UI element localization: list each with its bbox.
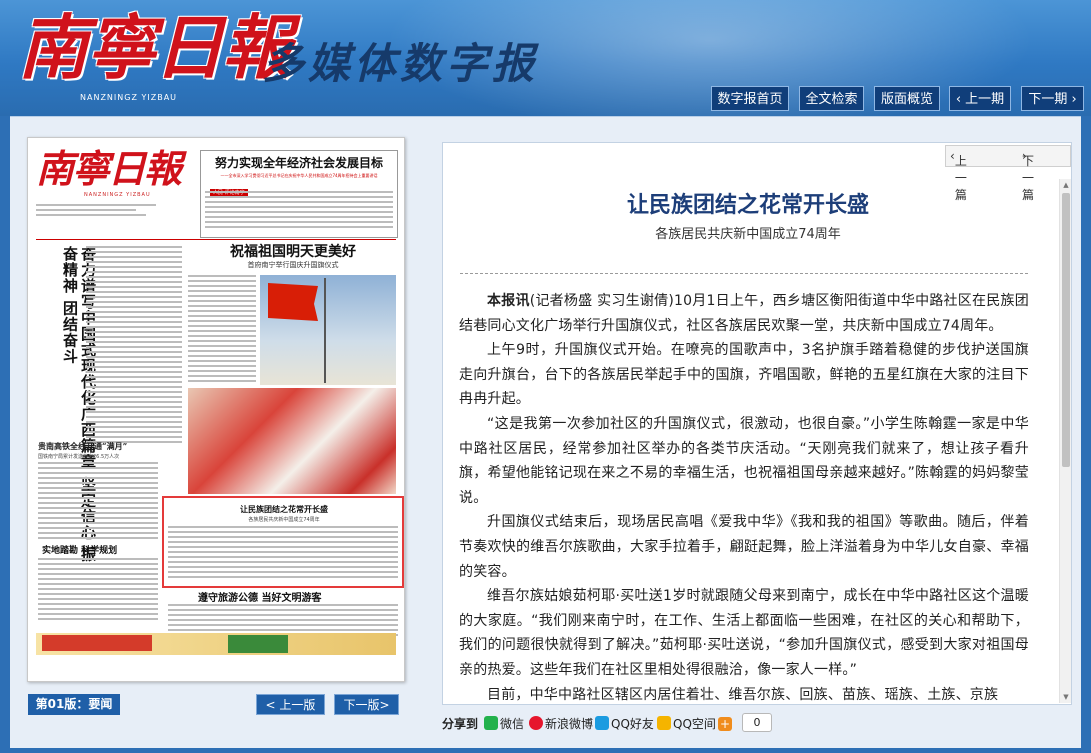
nav-overview-button[interactable]: 版面概览: [874, 86, 940, 111]
nav-search-button[interactable]: 全文检索: [799, 86, 864, 111]
newspaper-page-thumbnail[interactable]: 南寧日報 NANZNINGZ YIZBAU 努力实现全年经济社会发展目标 ——全…: [27, 137, 405, 682]
paper-crowd-photo: [188, 388, 396, 494]
article-paragraph: 本报讯(记者杨盛 实习生谢倩)10月1日上午，西乡塘区衡阳街道中华中路社区在民族…: [459, 293, 1029, 334]
share-weibo-button[interactable]: 新浪微博: [529, 715, 593, 732]
paper-masthead-info: [36, 204, 201, 216]
share-count: 0: [742, 713, 772, 732]
next-page-label: 下一版: [343, 698, 380, 712]
article-nav: ‹ 上一篇 下一篇 ›: [945, 145, 1071, 202]
chevron-right-icon: ›: [1067, 92, 1077, 107]
article-divider: [460, 273, 1028, 274]
next-article-link[interactable]: 下一篇 ›: [1022, 149, 1034, 202]
wechat-icon: [484, 716, 498, 730]
article-body: 本报讯(记者杨盛 实习生谢倩)10月1日上午，西乡塘区衡阳街道中华中路社区在民族…: [459, 289, 1029, 704]
nav-prev-issue-button[interactable]: ‹ 上一期: [949, 86, 1011, 111]
nav-next-issue-label: 下一期: [1028, 92, 1068, 107]
paper-footer-ad-green: [228, 635, 288, 653]
prev-page-button[interactable]: < 上一版: [256, 694, 325, 715]
weibo-icon: [529, 716, 543, 730]
paper-highlight-subtitle: 各族居民共庆新中国成立74周年: [248, 517, 320, 523]
share-qzone-button[interactable]: QQ空间: [657, 715, 716, 732]
prev-page-label: 上一版: [279, 698, 316, 712]
next-page-button[interactable]: 下一版>: [334, 694, 399, 715]
article-title: 让民族团结之花常开长盛: [626, 192, 869, 217]
prev-article-link[interactable]: ‹ 上一篇: [950, 149, 967, 202]
article-subtitle: 各族居民共庆新中国成立74周年: [655, 227, 841, 242]
paper-masthead-pinyin: NANZNINGZ YIZBAU: [84, 192, 151, 198]
paper-top-story[interactable]: 努力实现全年经济社会发展目标 ——全市深入学习贯彻习近平总书记在庆祝中华人民共和…: [200, 150, 398, 238]
newspaper-logo[interactable]: 南寧日報: [18, 2, 292, 94]
qq-icon: [595, 716, 609, 730]
plus-icon: +: [718, 717, 732, 731]
nav-home-button[interactable]: 数字报首页: [711, 86, 789, 111]
nav-next-issue-button[interactable]: 下一期 ›: [1021, 86, 1084, 111]
paper-column-text: [86, 246, 182, 446]
paper-main-subline: 首府南宁举行国庆升国旗仪式: [247, 261, 339, 269]
flag-pole: [324, 278, 326, 383]
paper-masthead-logo: 南寧日報: [36, 146, 182, 191]
qzone-icon: [657, 716, 671, 730]
paper-main-headline[interactable]: 祝福祖国明天更美好: [188, 241, 398, 261]
article-panel: ‹ 上一篇 下一篇 › 让民族团结之花常开长盛 各族居民共庆新中国成立74周年 本报…: [442, 142, 1072, 705]
nav-prev-issue-label: 上一期: [965, 92, 1005, 107]
paper-top-subline: ——全市深入学习贯彻习近平总书记在庆祝中华人民共和国成立74周年招待会上重要讲话: [220, 173, 378, 178]
paper-footer-ad: [42, 635, 152, 651]
paper-left-bottom-headline[interactable]: 实地踏勘 科学规划: [42, 543, 152, 556]
share-label: 分享到: [442, 717, 479, 731]
site-subtitle: 多媒体数字报: [262, 39, 539, 88]
scrollbar-thumb[interactable]: [1062, 193, 1070, 467]
logo-pinyin: NANZNINGZ YIZBAU: [80, 93, 178, 102]
paper-highlight-title: 让民族团结之花常开长盛: [240, 504, 328, 514]
paper-left-text: [38, 462, 158, 542]
paper-masthead: 南寧日報 NANZNINGZ YIZBAU: [36, 146, 201, 236]
flag-icon: [268, 283, 318, 321]
paper-highlight-text: [168, 526, 398, 581]
article-paragraph: “这是我第一次参加社区的升国旗仪式，很激动，也很自豪。”小学生陈翰霆一家是中华中…: [459, 415, 1029, 506]
paper-left-headline[interactable]: 贵南高铁全线开通“满月”: [38, 441, 158, 452]
article-paragraph: 目前，中华中路社区辖区内居住着壮、维吾尔族、回族、苗族、瑶族、土族、京族: [487, 686, 999, 703]
chevron-left-icon: ‹: [955, 92, 966, 107]
paper-red-rule: [36, 239, 396, 240]
paper-top-headline: 努力实现全年经济社会发展目标: [214, 156, 383, 170]
nav-search-label: 全文检索: [805, 92, 858, 107]
nav-home-label: 数字报首页: [717, 92, 783, 107]
paper-main-text: [188, 275, 256, 385]
article-paragraph: 升国旗仪式结束后，现场居民高唱《爱我中华》《我和我的祖国》等歌曲。随后，伴着节奏…: [459, 514, 1029, 580]
chevron-right-icon: >: [379, 698, 390, 712]
nav-overview-label: 版面概览: [880, 92, 933, 107]
article-lead-label: 本报讯: [487, 293, 530, 309]
paper-left-subline: 国铁南宁局累计发送旅客26.5万人次: [38, 454, 120, 460]
article-paragraph: 维吾尔族姑娘茹柯耶·买吐送1岁时就跟随父母来到南宁，成长在中华中路社区这个温暖的…: [459, 588, 1029, 678]
edition-label: 第01版：要闻: [28, 694, 120, 715]
paper-bottom-headline[interactable]: 遵守旅游公德 当好文明游客: [198, 589, 398, 604]
article-scrollbar[interactable]: ▲ ▼: [1059, 179, 1071, 703]
scroll-up-arrow-icon[interactable]: ▲: [1060, 179, 1071, 191]
share-qq-button[interactable]: QQ好友: [595, 715, 654, 732]
share-more-button[interactable]: +: [718, 715, 734, 731]
share-wechat-button[interactable]: 微信: [484, 715, 524, 732]
chevron-left-icon: <: [265, 698, 280, 712]
article-paragraph: 上午9时，升国旗仪式开始。在嘹亮的国歌声中，3名护旗手踏着稳健的步伐护送国旗走向…: [459, 342, 1029, 408]
scroll-down-arrow-icon[interactable]: ▼: [1060, 691, 1071, 703]
paper-left-bottom-text: [38, 558, 158, 623]
